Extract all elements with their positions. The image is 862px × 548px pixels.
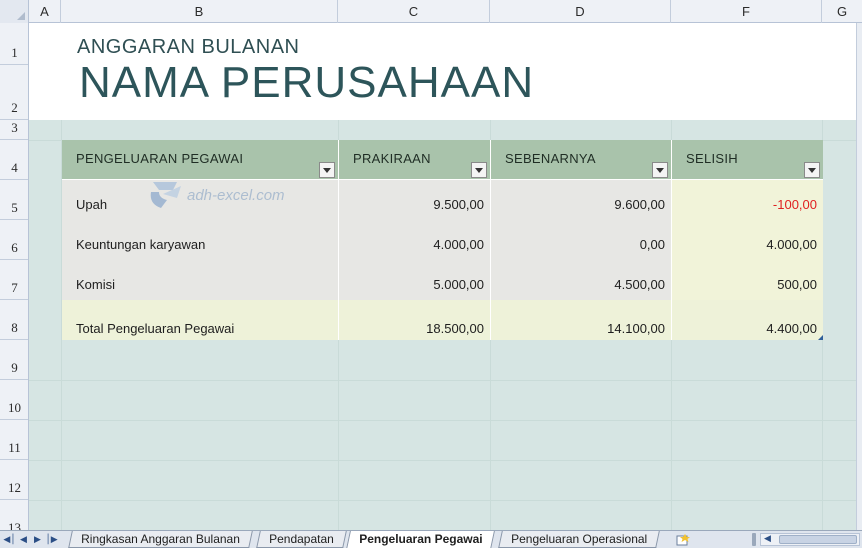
column-header-bar: A B C D F G <box>0 0 862 23</box>
chevron-down-icon <box>656 167 664 173</box>
sheet-tab-bar: ◀│ ◀ ▶ │▶ Ringkasan Anggaran Bulanan Pen… <box>0 530 862 548</box>
cell-actual[interactable]: 9.600,00 <box>491 180 672 220</box>
budget-subtitle[interactable]: ANGGARAN BULANAN <box>77 36 300 59</box>
last-sheet-icon[interactable]: │▶ <box>45 532 58 547</box>
scroll-left-icon[interactable]: ◀ <box>764 534 771 545</box>
row-header-bar: 1 2 3 4 5 6 7 8 9 10 11 12 13 <box>0 23 29 530</box>
horizontal-scrollbar[interactable]: ◀ <box>760 533 860 546</box>
sheet-tab-employee-expense[interactable]: Pengeluaran Pegawai <box>346 531 496 548</box>
row-header[interactable]: 7 <box>0 260 28 300</box>
sheet-tab-label: Pengeluaran Operasional <box>511 532 648 546</box>
row-header[interactable]: 2 <box>0 65 28 120</box>
filter-dropdown-button[interactable] <box>319 162 335 178</box>
row-header[interactable]: 10 <box>0 380 28 420</box>
select-all-corner[interactable] <box>0 0 29 23</box>
new-sheet-icon <box>676 533 690 545</box>
column-header-g[interactable]: G <box>822 0 862 23</box>
gridline <box>29 500 856 501</box>
cell-total-forecast[interactable]: 18.500,00 <box>339 300 491 340</box>
table-total-row: Total Pengeluaran Pegawai 18.500,00 14.1… <box>62 300 823 340</box>
row-header[interactable]: 1 <box>0 23 28 65</box>
filter-dropdown-button[interactable] <box>652 162 668 178</box>
cell-difference[interactable]: -100,00 <box>672 180 823 220</box>
tab-split-handle[interactable] <box>752 533 756 546</box>
gridline <box>29 460 856 461</box>
cell-total-label[interactable]: Total Pengeluaran Pegawai <box>62 300 339 340</box>
filter-dropdown-button[interactable] <box>471 162 487 178</box>
watermark-text: adh-excel.com <box>187 186 285 204</box>
row-header[interactable]: 12 <box>0 460 28 500</box>
column-header-d[interactable]: D <box>490 0 671 23</box>
row-header[interactable]: 8 <box>0 300 28 340</box>
total-difference-value: 4.400,00 <box>766 321 817 336</box>
header-label: PRAKIRAAN <box>353 151 431 166</box>
table-row: Keuntungan karyawan 4.000,00 0,00 4.000,… <box>62 220 823 260</box>
sheet-tab-label: Pendapatan <box>269 532 334 546</box>
cell-label[interactable]: Komisi <box>62 260 339 300</box>
cell-actual[interactable]: 4.500,00 <box>491 260 672 300</box>
row-header[interactable]: 6 <box>0 220 28 260</box>
row-header[interactable]: 9 <box>0 340 28 380</box>
row-header[interactable]: 13 <box>0 500 28 530</box>
table-row: Komisi 5.000,00 4.500,00 500,00 <box>62 260 823 300</box>
row-header[interactable]: 3 <box>0 120 28 140</box>
cell-total-difference[interactable]: 4.400,00 <box>672 300 823 340</box>
sheet-tab-label: Ringkasan Anggaran Bulanan <box>81 532 240 546</box>
sheet-tab-label: Pengeluaran Pegawai <box>359 532 483 546</box>
expense-table: PENGELUARAN PEGAWAI PRAKIRAAN SEBENARNYA… <box>62 140 823 340</box>
next-sheet-icon[interactable]: ▶ <box>31 532 44 547</box>
vertical-scrollbar[interactable] <box>856 23 862 530</box>
insert-sheet-button[interactable] <box>674 532 692 547</box>
chevron-down-icon <box>475 167 483 173</box>
column-header-b[interactable]: B <box>61 0 338 23</box>
gridline <box>29 420 856 421</box>
cell-total-actual[interactable]: 14.100,00 <box>491 300 672 340</box>
first-sheet-icon[interactable]: ◀│ <box>3 532 16 547</box>
sheet-tab-operational-expense[interactable]: Pengeluaran Operasional <box>498 531 660 548</box>
cell-difference[interactable]: 500,00 <box>672 260 823 300</box>
company-title[interactable]: NAMA PERUSAHAAN <box>79 58 534 108</box>
chevron-down-icon <box>323 167 331 173</box>
filter-dropdown-button[interactable] <box>804 162 820 178</box>
watermark: adh-excel.com <box>147 178 285 212</box>
cell-forecast[interactable]: 5.000,00 <box>339 260 491 300</box>
sheet-tab-income[interactable]: Pendapatan <box>256 531 347 548</box>
row-header[interactable]: 4 <box>0 140 28 180</box>
table-header-row: PENGELUARAN PEGAWAI PRAKIRAAN SEBENARNYA… <box>62 140 823 180</box>
cell-forecast[interactable]: 9.500,00 <box>339 180 491 220</box>
row-header[interactable]: 5 <box>0 180 28 220</box>
excel-logo-icon <box>150 182 181 208</box>
row-header[interactable]: 11 <box>0 420 28 460</box>
header-cell-actual[interactable]: SEBENARNYA <box>491 140 672 180</box>
chevron-down-icon <box>808 167 816 173</box>
cell-label[interactable]: Keuntungan karyawan <box>62 220 339 260</box>
header-label: PENGELUARAN PEGAWAI <box>76 151 244 166</box>
prev-sheet-icon[interactable]: ◀ <box>17 532 30 547</box>
header-label: SELISIH <box>686 151 738 166</box>
gridline <box>29 380 856 381</box>
column-header-f[interactable]: F <box>671 0 822 23</box>
header-cell-difference[interactable]: SELISIH <box>672 140 823 180</box>
cell-forecast[interactable]: 4.000,00 <box>339 220 491 260</box>
header-cell-forecast[interactable]: PRAKIRAAN <box>339 140 491 180</box>
header-label: SEBENARNYA <box>505 151 596 166</box>
horizontal-scroll-thumb[interactable] <box>779 535 857 544</box>
worksheet[interactable]: ANGGARAN BULANAN NAMA PERUSAHAAN PENGELU… <box>29 23 856 530</box>
table-resize-handle[interactable] <box>818 335 823 340</box>
cell-actual[interactable]: 0,00 <box>491 220 672 260</box>
header-cell-employee-expense[interactable]: PENGELUARAN PEGAWAI <box>62 140 339 180</box>
cell-difference[interactable]: 4.000,00 <box>672 220 823 260</box>
sheet-tab-summary[interactable]: Ringkasan Anggaran Bulanan <box>68 531 253 548</box>
column-header-c[interactable]: C <box>338 0 490 23</box>
column-header-a[interactable]: A <box>29 0 61 23</box>
